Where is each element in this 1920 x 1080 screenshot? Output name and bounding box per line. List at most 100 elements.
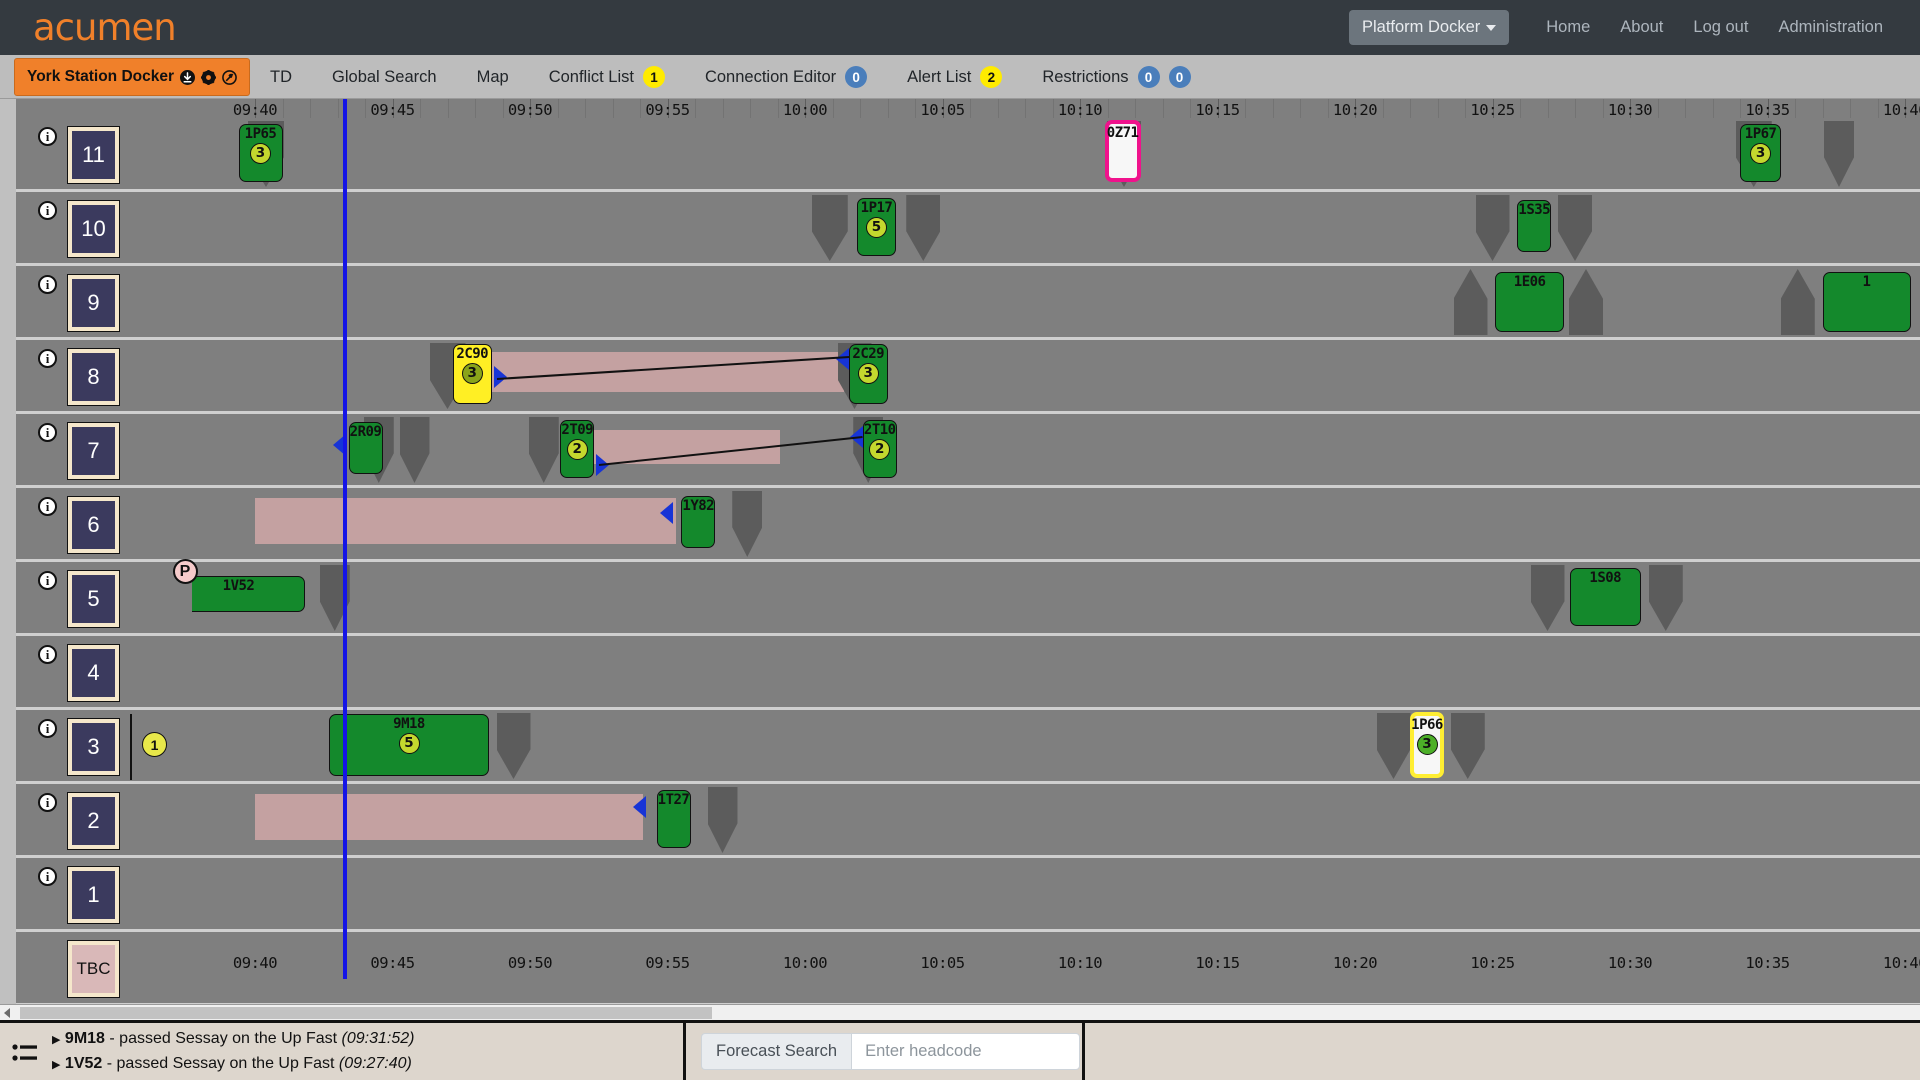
- forecast-search-group: Forecast Search: [701, 1033, 1081, 1070]
- time-tick-label: 09:55: [645, 101, 690, 119]
- platform-label-3[interactable]: 3: [67, 718, 120, 776]
- platform-label-cell: i1: [16, 858, 192, 929]
- nav-link-home[interactable]: Home: [1531, 10, 1605, 45]
- info-icon[interactable]: i: [38, 867, 57, 886]
- time-axis-top: 09:40 09:45 09:50 09:55 10:00 10:05 10:10 10:15…: [16, 101, 1920, 127]
- connection-marker-icon: [836, 348, 849, 370]
- info-icon[interactable]: i: [38, 571, 57, 590]
- scroll-left-arrow-icon[interactable]: [4, 1008, 10, 1018]
- platform-label-2[interactable]: 2: [67, 792, 120, 850]
- tab-td[interactable]: TD: [250, 55, 312, 99]
- train-block-2c90[interactable]: 2C90 3: [453, 344, 492, 404]
- info-icon[interactable]: i: [38, 127, 57, 146]
- info-icon[interactable]: i: [38, 349, 57, 368]
- train-block-9m18[interactable]: 9M18 5: [329, 714, 489, 776]
- platform-label-cell: i6: [16, 488, 192, 559]
- train-block-1t27[interactable]: 1T27: [656, 790, 691, 848]
- platform-row-11[interactable]: i 11: [16, 118, 1920, 192]
- message-text: - passed Sessay on the Up Fast: [106, 1054, 335, 1072]
- nav-link-about[interactable]: About: [1605, 10, 1678, 45]
- info-icon[interactable]: i: [38, 201, 57, 220]
- train-block-1p17[interactable]: 1P17 5: [857, 198, 896, 256]
- tab-connection-editor[interactable]: Connection Editor 0: [685, 55, 887, 99]
- expand-arrow-icon[interactable]: ▶: [52, 1034, 60, 1046]
- platform-label-10[interactable]: 10: [67, 200, 120, 258]
- time-tick-label: 10:30: [1607, 954, 1653, 972]
- tab-global-search[interactable]: Global Search: [312, 55, 457, 99]
- tab-conflict-list[interactable]: Conflict List 1: [529, 55, 685, 99]
- platform-label-cell: i9: [16, 266, 192, 337]
- info-icon[interactable]: i: [38, 793, 57, 812]
- forecast-search-input[interactable]: [851, 1033, 1081, 1070]
- platform-label-4[interactable]: 4: [67, 644, 120, 702]
- info-icon[interactable]: i: [38, 275, 57, 294]
- pin-icon[interactable]: [222, 69, 237, 85]
- tab-york-station-docker[interactable]: York Station Docker: [14, 58, 251, 96]
- tab-map[interactable]: Map: [457, 55, 529, 99]
- platform-label-1[interactable]: 1: [67, 866, 120, 924]
- train-block-1s08[interactable]: 1S08: [1569, 568, 1641, 626]
- platform-row-9[interactable]: i9: [16, 266, 1920, 340]
- train-block-1s35[interactable]: 1S35: [1517, 200, 1552, 252]
- info-icon[interactable]: i: [38, 719, 57, 738]
- time-tick-label: 10:05: [920, 954, 965, 972]
- tab-york-station-docker-label: York Station Docker: [27, 68, 175, 85]
- list-icon[interactable]: [12, 1041, 38, 1065]
- train-block-1[interactable]: 1: [1822, 272, 1911, 332]
- train-block-2c29[interactable]: 2C29 3: [849, 344, 888, 404]
- train-headcode: 1P17: [860, 200, 893, 216]
- occupancy-bar: [255, 794, 643, 840]
- train-block-1p66[interactable]: 1P66 3: [1410, 712, 1444, 778]
- restrictions-badge-2: 0: [1168, 66, 1191, 88]
- train-block-0z71[interactable]: 0Z71: [1104, 120, 1141, 182]
- message-row[interactable]: ▶ 9M18 - passed Sessay on the Up Fast (0…: [52, 1027, 414, 1052]
- horizontal-scrollbar[interactable]: [0, 1004, 1920, 1020]
- platform-row-10[interactable]: i 10: [16, 192, 1920, 266]
- platform-row-8[interactable]: i8: [16, 340, 1920, 414]
- train-block-1e06[interactable]: 1E06: [1495, 272, 1564, 332]
- tab-restrictions[interactable]: Restrictions 0 0: [1022, 55, 1210, 99]
- platform-label-6[interactable]: 6: [67, 496, 120, 554]
- platform-label-5[interactable]: 5: [67, 570, 120, 628]
- platform-label-8[interactable]: 8: [67, 348, 120, 406]
- platform-label-tbc[interactable]: TBC: [67, 940, 120, 998]
- platform-row-7[interactable]: i7: [16, 414, 1920, 488]
- train-headcode: 1E06: [1513, 274, 1546, 290]
- train-block-2t10[interactable]: 2T10 2: [862, 420, 897, 478]
- platform-docker-gantt[interactable]: i 11 i 10 i 9 i 8 i 7 i 6 i 5 i 4 i 3 i 2 i 1 TBC 09:40 09:45 09…: [0, 99, 1920, 1004]
- platform-label-cell: i5: [16, 562, 192, 633]
- platform-label-9[interactable]: 9: [67, 274, 120, 332]
- train-block-1p67[interactable]: 1P67 3: [1740, 124, 1782, 182]
- expand-arrow-icon[interactable]: ▶: [52, 1059, 60, 1071]
- time-tick-label: 10:00: [782, 954, 828, 972]
- train-block-2t09[interactable]: 2T09 2: [560, 420, 595, 478]
- info-icon[interactable]: i: [38, 497, 57, 516]
- platform-label-11[interactable]: 11: [67, 126, 120, 184]
- platform-label-7[interactable]: 7: [67, 422, 120, 480]
- tab-restrictions-label: Restrictions: [1042, 67, 1129, 86]
- train-block-1y82[interactable]: 1Y82: [681, 496, 716, 548]
- coach-count-badge: 2: [566, 438, 588, 460]
- tab-alert-list[interactable]: Alert List 2: [887, 55, 1022, 99]
- train-block-2r09[interactable]: 2R09: [348, 422, 383, 474]
- platform-docker-label: Platform Docker: [1361, 18, 1481, 36]
- gear-icon[interactable]: [201, 69, 217, 85]
- platform-row-1[interactable]: i1: [16, 858, 1920, 932]
- time-tick-label: 10:10: [1057, 954, 1103, 972]
- train-headcode: 1S08: [1589, 570, 1622, 586]
- time-tick-label: 09:55: [645, 954, 690, 972]
- platform-row-4[interactable]: i4: [16, 636, 1920, 710]
- train-headcode: 1T27: [657, 792, 690, 808]
- scrollbar-thumb[interactable]: [20, 1007, 712, 1019]
- info-icon[interactable]: i: [38, 423, 57, 442]
- message-row[interactable]: ▶ 1V52 - passed Sessay on the Up Fast (0…: [52, 1052, 414, 1077]
- top-navigation: Platform Docker Home About Log out Admin…: [1348, 10, 1920, 45]
- platform-row-3[interactable]: i3: [16, 710, 1920, 784]
- platform-docker-dropdown[interactable]: Platform Docker: [1348, 10, 1510, 45]
- nav-link-logout[interactable]: Log out: [1678, 10, 1763, 45]
- time-tick-label: 10:05: [920, 101, 965, 119]
- nav-link-administration[interactable]: Administration: [1763, 10, 1898, 45]
- train-block-1p65[interactable]: 1P65 3: [238, 124, 283, 182]
- download-icon[interactable]: [180, 69, 196, 85]
- info-icon[interactable]: i: [38, 645, 57, 664]
